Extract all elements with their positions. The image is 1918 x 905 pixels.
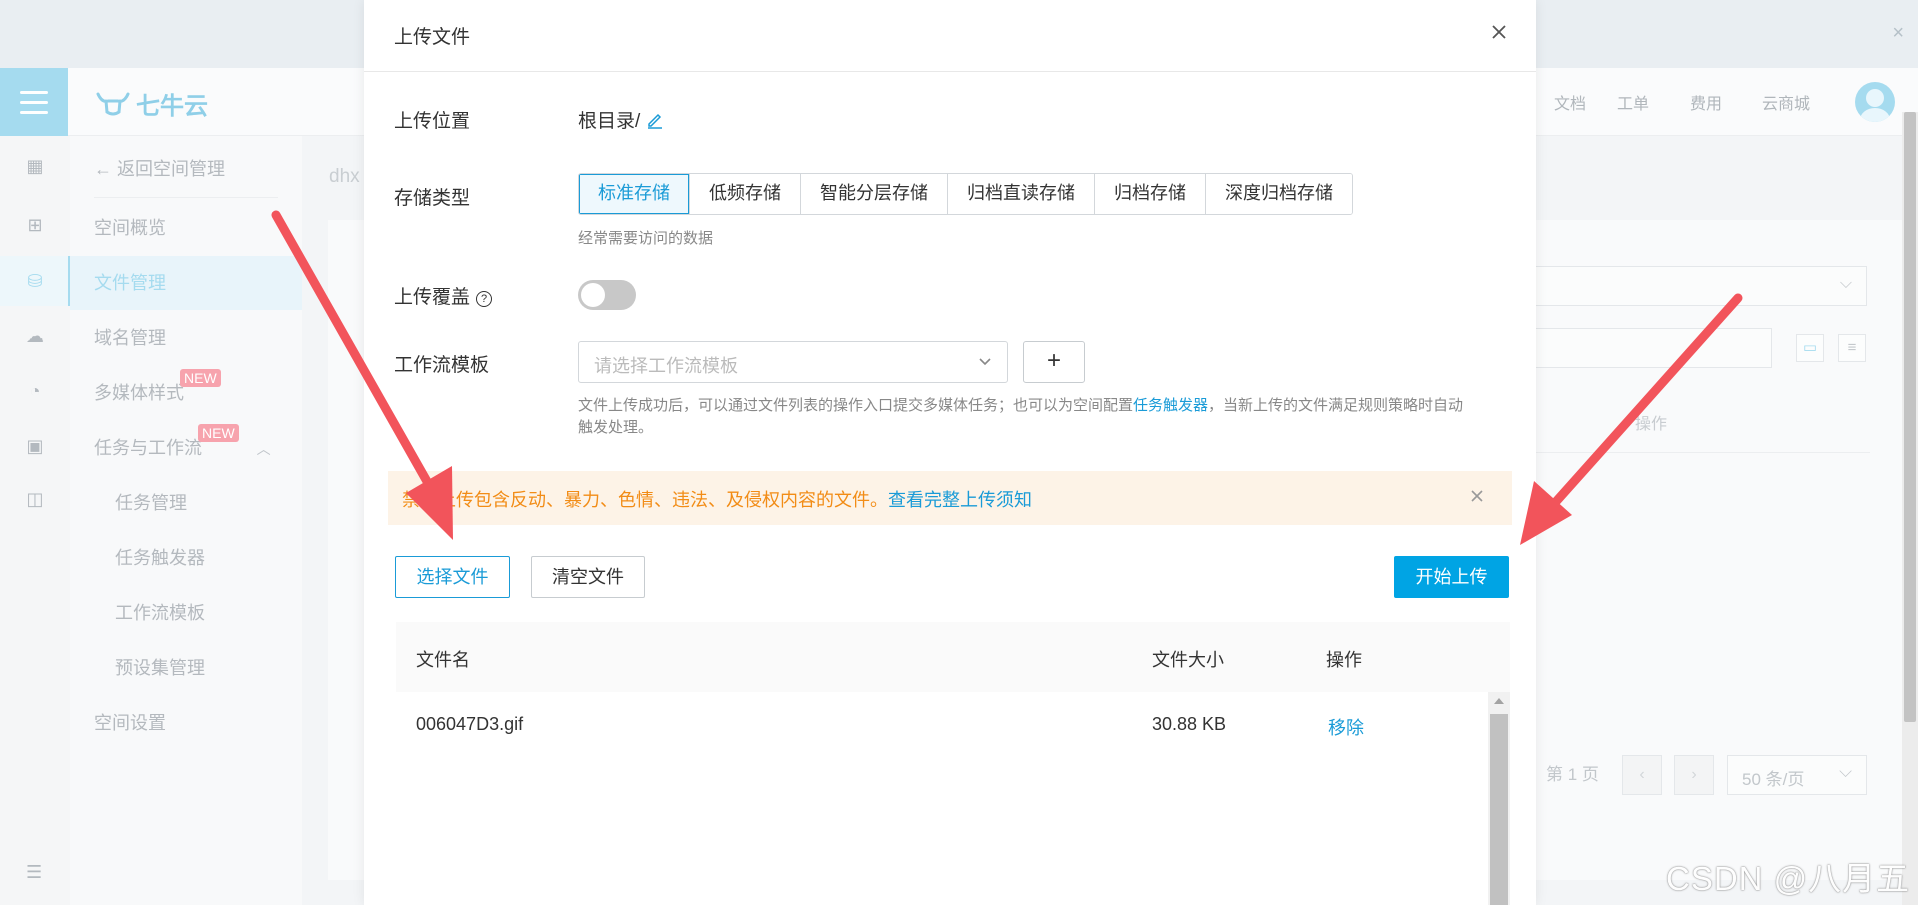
table-op-header: 操作 bbox=[1635, 416, 1668, 433]
storage-option-archive[interactable]: 归档存储 bbox=[1095, 174, 1206, 214]
back-to-buckets-link[interactable]: ← 返回空间管理 bbox=[94, 155, 225, 181]
workflow-hint: 文件上传成功后，可以通过文件列表的操作入口提交多媒体任务；也可以为空间配置任务触… bbox=[578, 397, 1464, 436]
help-icon[interactable]: ? bbox=[476, 291, 493, 307]
workflow-placeholder: 请选择工作流模板 bbox=[594, 356, 738, 376]
sidebar-item-workflow-templates[interactable]: 工作流模板 bbox=[115, 599, 205, 625]
close-icon[interactable]: × bbox=[1892, 22, 1904, 45]
close-icon[interactable] bbox=[1488, 21, 1510, 43]
sidebar-item-media-styles[interactable]: 多媒体样式NEW bbox=[94, 369, 221, 405]
table-scrollbar[interactable] bbox=[1488, 692, 1510, 905]
topnav-tickets[interactable]: 工单 bbox=[1617, 90, 1649, 114]
chevron-down-icon bbox=[979, 358, 991, 366]
scroll-up-icon[interactable] bbox=[1494, 698, 1504, 704]
new-badge: NEW bbox=[198, 424, 239, 442]
col-filename: 文件名 bbox=[416, 650, 470, 670]
table-header: 文件名 文件大小 操作 bbox=[396, 622, 1510, 692]
edit-icon[interactable] bbox=[646, 111, 664, 129]
sidebar-item-overview[interactable]: 空间概览 bbox=[94, 214, 166, 240]
storage-icon[interactable]: ▦ bbox=[25, 156, 45, 176]
plus-icon: + bbox=[1046, 347, 1061, 374]
chevron-up-icon: ︿ bbox=[256, 441, 271, 457]
storage-option-infrequent[interactable]: 低频存储 bbox=[690, 174, 801, 214]
topnav-marketplace[interactable]: 云商城 bbox=[1762, 90, 1810, 114]
database-icon[interactable]: ⛁ bbox=[25, 271, 45, 291]
workflow-label: 工作流模板 bbox=[394, 355, 490, 376]
upload-file-table: 文件名 文件大小 操作 006047D3.gif 30.88 KB 移除 bbox=[396, 622, 1510, 905]
storage-option-standard[interactable]: 标准存储 bbox=[579, 174, 690, 214]
upload-notice-alert: 禁止上传包含反动、暴力、色情、违法、及侵权内容的文件。查看完整上传须知 bbox=[388, 471, 1512, 525]
top-nav: 文档 bbox=[1554, 68, 1586, 136]
new-badge: NEW bbox=[180, 369, 221, 387]
alert-message: 禁止上传包含反动、暴力、色情、违法、及侵权内容的文件。查看完整上传须知 bbox=[402, 490, 1032, 510]
start-upload-button[interactable]: 开始上传 bbox=[1394, 556, 1509, 598]
filter-select[interactable] bbox=[1487, 266, 1867, 306]
bull-logo-icon bbox=[96, 91, 130, 117]
pie-chart-icon[interactable]: ◔ bbox=[25, 381, 45, 401]
topnav-billing[interactable]: 费用 bbox=[1690, 90, 1722, 114]
storage-hint: 经常需要访问的数据 bbox=[578, 230, 714, 247]
workflow-template-select[interactable]: 请选择工作流模板 bbox=[578, 341, 1008, 383]
storage-type-label: 存储类型 bbox=[394, 188, 471, 209]
storage-type-selector: 标准存储 低频存储 智能分层存储 归档直读存储 归档存储 深度归档存储 bbox=[578, 173, 1353, 215]
settings-file-icon[interactable]: ◫ bbox=[25, 489, 45, 509]
task-icon[interactable]: ▣ bbox=[25, 436, 45, 456]
select-files-button[interactable]: 选择文件 bbox=[395, 556, 510, 598]
dialog-header: 上传文件 bbox=[364, 0, 1536, 72]
sidebar-item-presets[interactable]: 预设集管理 bbox=[115, 654, 205, 680]
upload-dialog: 上传文件 上传位置 根目录/ 存储类型 标准存储 低频存储 智能分层存储 归档直… bbox=[364, 0, 1536, 905]
clear-files-button[interactable]: 清空文件 bbox=[531, 556, 645, 598]
storage-option-intelligent[interactable]: 智能分层存储 bbox=[801, 174, 948, 214]
page-size-select[interactable]: 50 条/页 bbox=[1727, 755, 1867, 795]
upload-location-label: 上传位置 bbox=[394, 111, 471, 132]
grid-icon[interactable]: ⊞ bbox=[25, 215, 45, 235]
collapse-menu-icon[interactable]: ☰ bbox=[26, 862, 42, 883]
storage-option-deep-archive[interactable]: 深度归档存储 bbox=[1206, 174, 1352, 214]
bucket-name: dhx bbox=[329, 166, 360, 187]
logo[interactable]: 七牛云 bbox=[96, 86, 208, 121]
sidebar-item-settings[interactable]: 空间设置 bbox=[94, 709, 166, 735]
avatar[interactable] bbox=[1855, 82, 1895, 122]
storage-option-archive-ir[interactable]: 归档直读存储 bbox=[948, 174, 1095, 214]
remove-file-link[interactable]: 移除 bbox=[1328, 714, 1364, 740]
menu-toggle-button[interactable] bbox=[0, 68, 68, 136]
sidebar: ← 返回空间管理 空间概览 文件管理 域名管理 多媒体样式NEW 任务与工作流N… bbox=[70, 136, 302, 905]
cloud-upload-icon[interactable]: ☁ bbox=[25, 326, 45, 346]
logo-text: 七牛云 bbox=[136, 93, 208, 120]
sidebar-item-workflows[interactable]: 任务与工作流NEW︿ bbox=[94, 424, 271, 460]
upload-terms-link[interactable]: 查看完整上传须知 bbox=[888, 490, 1032, 510]
close-icon[interactable] bbox=[1468, 487, 1486, 505]
page-scrollbar-thumb[interactable] bbox=[1904, 112, 1916, 722]
folder-view-icon[interactable]: ▭ bbox=[1796, 334, 1824, 362]
file-name: 006047D3.gif bbox=[416, 714, 524, 734]
topnav-docs[interactable]: 文档 bbox=[1554, 90, 1586, 114]
prev-page-button[interactable]: ‹ bbox=[1622, 755, 1662, 795]
overwrite-label: 上传覆盖? bbox=[394, 282, 493, 309]
list-view-icon[interactable]: ≡ bbox=[1838, 334, 1866, 362]
page-label: 第 1 页 bbox=[1546, 765, 1599, 784]
trigger-link[interactable]: 任务触发器 bbox=[1133, 397, 1208, 414]
dialog-title: 上传文件 bbox=[394, 27, 471, 48]
upload-location-value: 根目录/ bbox=[578, 106, 664, 133]
add-workflow-button[interactable]: + bbox=[1023, 341, 1085, 383]
overwrite-toggle[interactable] bbox=[578, 280, 636, 310]
col-action: 操作 bbox=[1326, 650, 1362, 670]
sidebar-item-triggers[interactable]: 任务触发器 bbox=[115, 544, 205, 570]
sidebar-item-domains[interactable]: 域名管理 bbox=[94, 324, 166, 350]
watermark: CSDN @八月五 bbox=[1666, 860, 1911, 897]
file-size: 30.88 KB bbox=[1152, 714, 1227, 734]
sidebar-item-tasks[interactable]: 任务管理 bbox=[115, 489, 187, 515]
arrow-left-icon: ← bbox=[94, 159, 112, 179]
table-scrollbar-thumb[interactable] bbox=[1490, 714, 1508, 905]
icon-rail: ▦ ⊞ ⛁ ☁ ◔ ▣ ◫ bbox=[0, 136, 71, 905]
col-filesize: 文件大小 bbox=[1152, 650, 1224, 670]
next-page-button[interactable]: › bbox=[1674, 755, 1714, 795]
sidebar-item-files[interactable]: 文件管理 bbox=[94, 269, 166, 295]
